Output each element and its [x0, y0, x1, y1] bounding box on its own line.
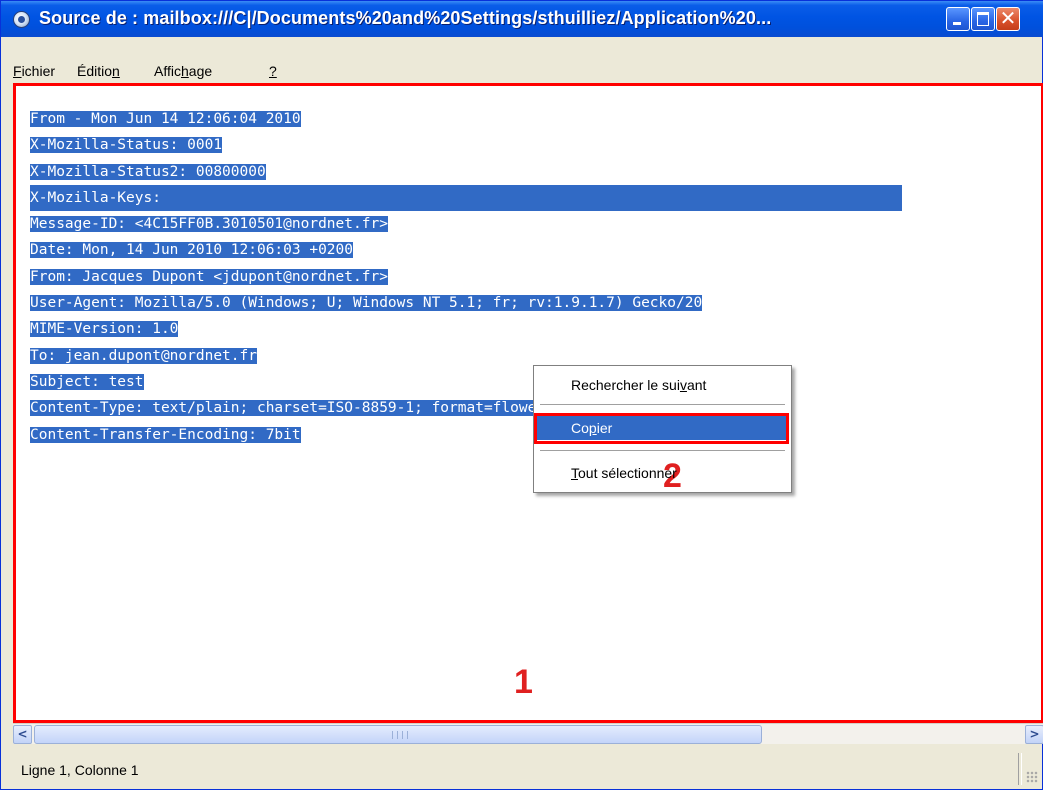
context-find-next[interactable]: Rechercher le suivant — [537, 373, 788, 397]
scroll-left-arrow-icon[interactable]: < — [13, 725, 32, 744]
grip-icon — [392, 731, 408, 739]
close-button[interactable]: ✕ — [996, 7, 1020, 31]
menu-help[interactable]: ? — [269, 63, 277, 79]
cursor-position: Ligne 1, Colonne 1 — [21, 762, 139, 778]
source-line: X-Mozilla-Keys: — [30, 184, 903, 212]
source-line: Date: Mon, 14 Jun 2010 12:06:03 +0200 — [30, 242, 354, 259]
context-separator — [540, 450, 785, 451]
seamonkey-globe-icon[interactable] — [13, 11, 30, 28]
context-separator — [540, 404, 785, 405]
source-line: X-Mozilla-Status2: 00800000 — [30, 163, 266, 180]
status-divider — [1018, 753, 1022, 785]
source-line: Message-ID: <4C15FF0B.3010501@nordnet.fr… — [30, 216, 388, 233]
annotation-marker-1: 1 — [514, 663, 533, 701]
source-line: User-Agent: Mozilla/5.0 (Windows; U; Win… — [30, 295, 703, 312]
status-bar: Ligne 1, Colonne 1 — [13, 749, 1043, 789]
source-line: From - Mon Jun 14 12:06:04 2010 — [30, 111, 301, 127]
context-select-all[interactable]: Tout sélectionner — [537, 461, 788, 485]
source-text-area[interactable]: From - Mon Jun 14 12:06:04 2010 X-Mozilla… — [13, 83, 1043, 723]
resize-grip-icon[interactable] — [1026, 771, 1038, 783]
view-source-window: Source de : mailbox:///C|/Documents%20an… — [0, 0, 1043, 790]
copy-highlight-frame: 2 — [534, 413, 789, 493]
scroll-thumb[interactable] — [34, 725, 762, 744]
title-bar[interactable]: Source de : mailbox:///C|/Documents%20an… — [1, 1, 1043, 37]
source-line: From: Jacques Dupont <jdupont@nordnet.fr… — [30, 268, 388, 285]
horizontal-scrollbar[interactable]: < > — [13, 723, 1043, 744]
source-line: MIME-Version: 1.0 — [30, 321, 179, 338]
context-menu: Rechercher le suivant Copier 2 Tout séle… — [533, 365, 792, 493]
maximize-button[interactable] — [971, 7, 995, 31]
close-icon: ✕ — [999, 6, 1017, 30]
menu-edition[interactable]: Édition — [77, 63, 120, 79]
menu-fichier[interactable]: Fichier — [13, 63, 55, 79]
scroll-right-arrow-icon[interactable]: > — [1025, 725, 1043, 744]
menu-affichage[interactable]: Affichage — [154, 63, 212, 79]
source-line: X-Mozilla-Status: 0001 — [30, 137, 223, 154]
menu-bar: Fichier Édition Affichage ? — [1, 59, 1042, 83]
window-title: Source de : mailbox:///C|/Documents%20an… — [39, 8, 772, 28]
minimize-button[interactable] — [946, 7, 970, 31]
